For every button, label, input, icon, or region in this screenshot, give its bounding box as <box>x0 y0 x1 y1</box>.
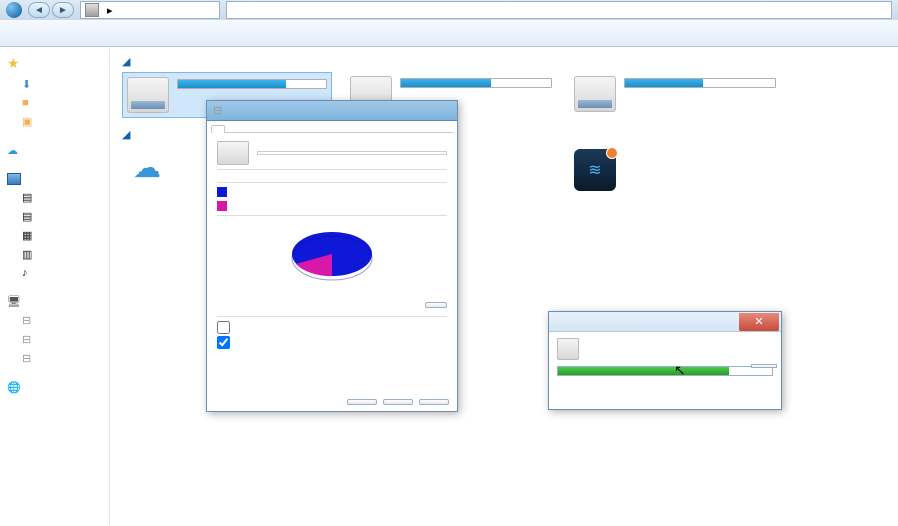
properties-tabs <box>211 125 453 133</box>
sidebar-drive-e[interactable]: ⊟ <box>4 350 105 367</box>
disk-cleanup-button[interactable] <box>425 302 447 308</box>
drive-icon: ⊟ <box>213 104 222 117</box>
sidebar-libraries[interactable] <box>4 171 105 187</box>
phone-icon: ≋ <box>574 149 616 191</box>
cleanup-icon <box>557 338 579 360</box>
computer-icon: 🖥 <box>7 295 21 308</box>
document-icon: ▥ <box>22 248 32 261</box>
music-icon: ♪ <box>22 267 28 279</box>
drive-icon <box>217 141 249 165</box>
ok-button[interactable] <box>347 399 377 405</box>
sidebar-videos[interactable]: ▤ <box>4 208 105 225</box>
tab-prev[interactable] <box>281 125 295 132</box>
network-icon: 🌐 <box>7 381 21 394</box>
sidebar-drive-c[interactable]: ⊟ <box>4 312 105 329</box>
sidebar: ★ ⬇ ■ ▣ ☁ ▤ ▤ ▦ ▥ ♪ 🖥 ⊟ ⊟ ⊟ 🌐 <box>0 47 110 526</box>
chevron-down-icon: ◢ <box>122 128 130 141</box>
tab-quota[interactable] <box>295 125 309 132</box>
properties-dialog: ⊟ <box>206 100 458 412</box>
recent-icon: ▣ <box>22 115 32 128</box>
titlebar: ◄ ► ▸ <box>0 0 898 20</box>
tab-general[interactable] <box>211 125 225 133</box>
picture-icon: ▦ <box>22 229 32 242</box>
drive-icon: ⊟ <box>22 333 31 346</box>
properties-titlebar[interactable]: ⊟ <box>207 101 457 121</box>
properties-body <box>207 133 457 357</box>
pie-chart <box>277 224 387 294</box>
drive-icon: ⊟ <box>22 314 31 327</box>
cleanup-cancel-button[interactable] <box>751 364 777 368</box>
nav-arrows: ◄ ► <box>28 2 74 18</box>
dialog-buttons <box>347 399 449 405</box>
tab-sharing[interactable] <box>253 125 267 132</box>
cleanup-body <box>549 332 781 386</box>
sidebar-pictures[interactable]: ▦ <box>4 227 105 244</box>
apply-button[interactable] <box>419 399 449 405</box>
tab-tools[interactable] <box>225 125 239 132</box>
sidebar-desktop[interactable]: ■ <box>4 95 105 111</box>
free-color-icon <box>217 201 227 211</box>
compress-checkbox[interactable] <box>217 321 230 334</box>
sidebar-stormlib[interactable]: ▤ <box>4 189 105 206</box>
close-button[interactable]: ✕ <box>739 313 779 331</box>
drive-icon <box>127 77 169 113</box>
sidebar-wps[interactable]: ☁ <box>4 142 105 159</box>
search-input[interactable] <box>226 1 892 19</box>
close-icon: ✕ <box>754 315 763 328</box>
phone-item[interactable]: ≋ <box>570 145 780 195</box>
chevron-down-icon: ◢ <box>122 55 130 68</box>
computer-icon <box>85 3 99 17</box>
sidebar-recent[interactable]: ▣ <box>4 113 105 130</box>
sidebar-favorites[interactable]: ★ <box>4 53 105 74</box>
download-icon: ⬇ <box>22 78 31 91</box>
library-icon <box>7 173 21 185</box>
sidebar-documents[interactable]: ▥ <box>4 246 105 263</box>
video-icon: ▤ <box>22 210 32 223</box>
sidebar-music[interactable]: ♪ <box>4 265 105 281</box>
used-color-icon <box>217 187 227 197</box>
section-disks[interactable]: ◢ <box>122 55 886 68</box>
drive-icon: ⊟ <box>22 352 31 365</box>
cancel-button[interactable] <box>383 399 413 405</box>
cloud-icon: ☁ <box>7 144 18 157</box>
drive-name-field[interactable] <box>257 151 447 155</box>
cleanup-dialog: ✕ <box>548 311 782 410</box>
breadcrumb[interactable]: ▸ <box>80 1 220 19</box>
toolbar <box>0 20 898 47</box>
drive-icon <box>574 76 616 112</box>
cleanup-titlebar[interactable]: ✕ <box>549 312 781 332</box>
sidebar-downloads[interactable]: ⬇ <box>4 76 105 93</box>
tab-hardware[interactable] <box>239 125 253 132</box>
video-icon: ▤ <box>22 191 32 204</box>
forward-button[interactable]: ► <box>52 2 74 18</box>
chevron-right-icon: ▸ <box>107 4 113 17</box>
cloud-icon: ☁ <box>126 149 168 185</box>
star-icon: ★ <box>7 55 20 72</box>
sidebar-computer[interactable]: 🖥 <box>4 293 105 310</box>
sidebar-network[interactable]: 🌐 <box>4 379 105 396</box>
index-checkbox[interactable] <box>217 336 230 349</box>
start-orb-icon <box>6 2 22 18</box>
drive-bar <box>177 79 327 89</box>
drive-e[interactable] <box>570 72 780 118</box>
tab-security[interactable] <box>267 125 281 132</box>
back-button[interactable]: ◄ <box>28 2 50 18</box>
desktop-icon: ■ <box>22 97 29 109</box>
progress-bar <box>557 366 773 376</box>
progress-fill <box>558 367 729 375</box>
drive-bar <box>400 78 552 88</box>
drive-bar <box>624 78 776 88</box>
sidebar-drive-d[interactable]: ⊟ <box>4 331 105 348</box>
